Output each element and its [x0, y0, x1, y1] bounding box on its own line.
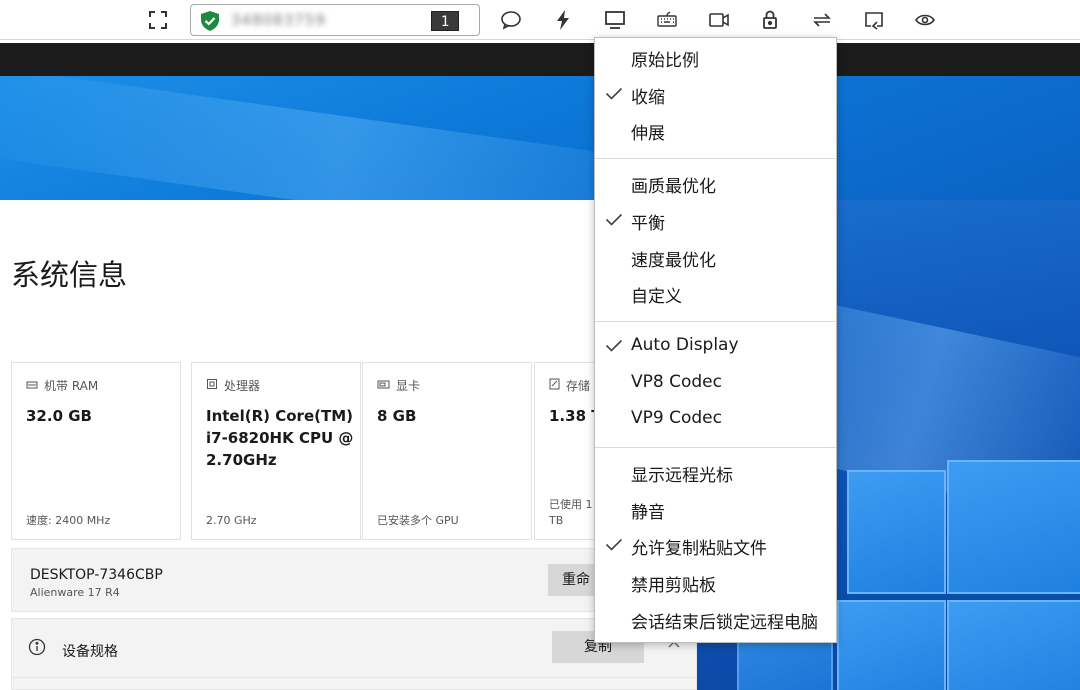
menu-item-label: 允许复制粘贴文件 [631, 539, 767, 560]
menu-item-label: 静音 [631, 502, 665, 523]
display-number[interactable]: 1 [431, 11, 459, 31]
view-eye-icon[interactable] [912, 8, 938, 32]
memory-icon [26, 379, 38, 393]
gpu-note: 已安装多个 GPU [377, 514, 459, 527]
menu-item[interactable]: 会话结束后锁定远程电脑 [595, 603, 836, 637]
info-icon [28, 638, 46, 660]
menu-item[interactable]: 禁用剪贴板 [595, 566, 836, 600]
menu-item[interactable]: 显示远程光标 [595, 456, 836, 490]
keyboard-icon[interactable] [654, 8, 680, 32]
graphics-card-icon [377, 379, 390, 393]
storage-card-title: 存储 [566, 379, 591, 393]
menu-item-label: 会话结束后锁定远程电脑 [631, 612, 818, 633]
checkmark-icon [605, 339, 623, 352]
remote-banner-background [0, 76, 1080, 200]
storage-usage: 已使用 1 TB [549, 498, 593, 527]
menu-item-label: 原始比例 [631, 51, 699, 71]
chat-icon[interactable] [498, 8, 524, 32]
ram-value: 32.0 GB [26, 407, 92, 425]
page-title: 系统信息 [11, 258, 128, 292]
checkmark-icon [605, 213, 623, 226]
menu-item-label: 自定义 [631, 287, 682, 308]
menu-separator [595, 158, 836, 160]
display-settings-menu: 原始比例收缩伸展画质最优化平衡速度最优化自定义 Auto Display VP8 C… [594, 37, 837, 643]
menu-item[interactable]: Auto Display [595, 330, 836, 364]
menu-item[interactable]: 允许复制粘贴文件 [595, 529, 836, 563]
ram-speed: 速度: 2400 MHz [26, 514, 111, 527]
menu-item[interactable]: 静音 [595, 493, 836, 527]
display-monitor-icon[interactable] [602, 8, 628, 32]
menu-item[interactable]: VP8 Codec [595, 367, 836, 401]
menu-item-label: 禁用剪贴板 [631, 576, 716, 597]
remote-window-titlebar [0, 43, 1080, 76]
device-name: DESKTOP-7346CBP [30, 567, 163, 583]
menu-item[interactable]: 原始比例 [595, 41, 836, 75]
processor-value: Intel(R) Core(TM) i7-6820HK CPU @ 2.70GH… [206, 407, 354, 469]
menu-item[interactable]: 平衡 [595, 204, 836, 238]
menu-item[interactable]: 自定义 [595, 277, 836, 311]
menu-item-label: 收缩 [631, 87, 665, 108]
menu-item-label: Auto Display [631, 334, 739, 355]
storage-icon [549, 378, 560, 393]
menu-item[interactable]: VP9 Codec [595, 403, 836, 437]
screen-return-icon[interactable] [861, 8, 887, 32]
gpu-value: 8 GB [377, 407, 417, 425]
ram-card-title: 机带 RAM [44, 379, 99, 393]
lock-icon[interactable] [757, 8, 783, 32]
processor-card-title: 处理器 [224, 379, 261, 393]
video-camera-icon[interactable] [706, 8, 732, 32]
menu-item[interactable]: 收缩 [595, 78, 836, 112]
system-info-panel: 系统信息 机带 RAM 32.0 GB 速度: 2400 MHz 处理器 Int… [0, 200, 697, 690]
menu-item[interactable]: 速度最优化 [595, 241, 836, 275]
processor-speed: 2.70 GHz [206, 514, 257, 527]
processor-icon [206, 378, 218, 393]
fullscreen-icon[interactable] [145, 8, 171, 32]
processor-card: 处理器 Intel(R) Core(TM) i7-6820HK CPU @ 2.… [191, 362, 361, 540]
session-toolbar: 348083759 1 [0, 0, 1080, 40]
checkmark-icon [605, 539, 623, 552]
peer-id: 348083759 [231, 11, 326, 29]
ram-card: 机带 RAM 32.0 GB 速度: 2400 MHz [11, 362, 181, 540]
next-settings-row [11, 678, 697, 690]
gpu-card: 显卡 8 GB 已安装多个 GPU [362, 362, 532, 540]
menu-item[interactable]: 画质最优化 [595, 167, 836, 201]
peer-id-box: 348083759 1 [190, 4, 480, 36]
menu-item[interactable]: 伸展 [595, 114, 836, 148]
switch-sides-icon[interactable] [809, 8, 835, 32]
device-specs-label: 设备规格 [62, 644, 118, 660]
menu-item-label: 速度最优化 [631, 250, 716, 271]
menu-separator [595, 447, 836, 448]
device-model: Alienware 17 R4 [30, 586, 120, 599]
menu-item-label: 显示远程光标 [631, 466, 733, 486]
menu-item-label: VP8 Codec [631, 371, 722, 392]
gpu-card-title: 显卡 [396, 379, 421, 393]
menu-item-label: 画质最优化 [631, 177, 716, 198]
menu-item-label: VP9 Codec [631, 408, 722, 429]
menu-item-label: 伸展 [631, 124, 665, 145]
menu-item-label: 平衡 [631, 213, 665, 234]
checkmark-icon [605, 87, 623, 100]
shield-check-icon [199, 10, 221, 36]
action-lightning-icon[interactable] [550, 8, 576, 32]
menu-separator [595, 320, 836, 322]
